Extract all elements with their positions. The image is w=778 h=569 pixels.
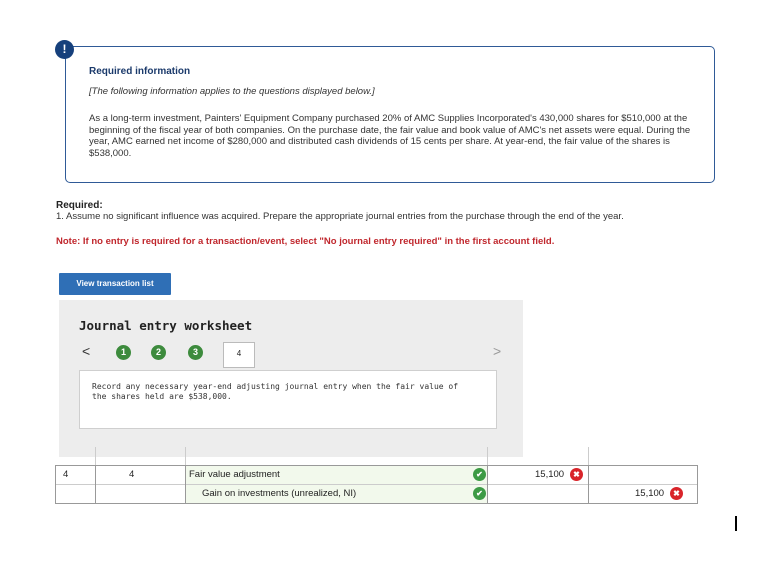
column-divider [95, 465, 96, 504]
correct-check-icon: ✔ [473, 487, 486, 500]
column-divider [588, 447, 589, 465]
debit-field[interactable]: 15,100 [535, 469, 564, 480]
column-divider [487, 465, 488, 504]
column-divider [185, 447, 186, 465]
info-subtitle: [The following information applies to th… [89, 86, 375, 97]
incorrect-x-icon: ✖ [570, 468, 583, 481]
chevron-left-icon[interactable]: < [82, 343, 90, 359]
chevron-right-icon[interactable]: > [493, 343, 501, 359]
required-information-panel: Required information [The following info… [65, 46, 715, 183]
incorrect-x-icon: ✖ [670, 487, 683, 500]
column-divider [697, 465, 698, 504]
step-3-complete[interactable]: 3 [188, 345, 203, 360]
worksheet-instruction: Record any necessary year-end adjusting … [92, 382, 459, 402]
correct-check-icon: ✔ [473, 468, 486, 481]
worksheet-title: Journal entry worksheet [79, 318, 253, 333]
info-body: As a long-term investment, Painters' Equ… [89, 113, 691, 159]
column-divider [185, 465, 186, 504]
account-field[interactable]: Gain on investments (unrealized, NI) [202, 488, 356, 499]
journal-table: 4 4 Fair value adjustment ✔ 15,100 ✖ Gai… [55, 447, 698, 505]
step-2-complete[interactable]: 2 [151, 345, 166, 360]
column-divider [55, 465, 56, 504]
column-divider [95, 447, 96, 465]
column-divider [487, 447, 488, 465]
journal-entry-worksheet: Journal entry worksheet < 1 2 3 4 > Reco… [59, 300, 523, 457]
text-cursor [735, 516, 737, 531]
entry-number: 4 [63, 469, 69, 480]
worksheet-instruction-box: Record any necessary year-end adjusting … [79, 370, 497, 429]
required-item: 1. Assume no significant influence was a… [56, 211, 624, 222]
alert-icon: ! [55, 40, 74, 59]
event-number: 4 [129, 469, 135, 480]
column-divider [588, 465, 589, 504]
info-title: Required information [89, 66, 191, 77]
row-divider [55, 503, 698, 504]
view-transaction-list-button[interactable]: View transaction list [59, 273, 171, 295]
account-field[interactable]: Fair value adjustment [189, 469, 280, 480]
step-1-complete[interactable]: 1 [116, 345, 131, 360]
step-4-current[interactable]: 4 [223, 342, 255, 368]
credit-field[interactable]: 15,100 [635, 488, 664, 499]
row-divider [55, 465, 698, 466]
required-note: Note: If no entry is required for a tran… [56, 236, 555, 247]
required-heading: Required: [56, 200, 103, 211]
row-divider [55, 484, 698, 485]
